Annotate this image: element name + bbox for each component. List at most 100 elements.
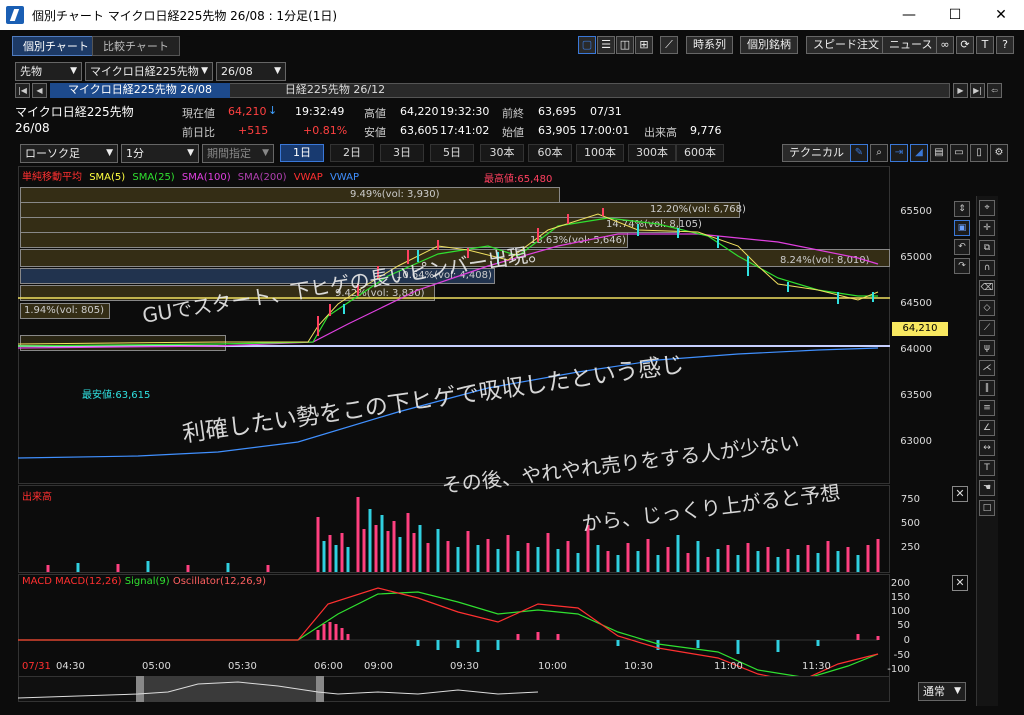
tool-fibo-icon[interactable]: ≡ [979,400,995,416]
redo-icon[interactable]: ↷ [954,258,970,274]
tool-angle-icon[interactable]: ∠ [979,420,995,436]
chevron-down-icon: ▼ [954,686,961,696]
low-time: 17:41:02 [440,124,490,137]
contract-chip-micro[interactable]: マイクロ日経225先物 26/08 [50,83,230,98]
contract-select[interactable]: 26/08 ▼ [216,62,286,81]
tab-compare-chart[interactable]: 比較チャート [92,36,180,56]
news-button[interactable]: ニュース [882,36,940,54]
low-marker-label: 最安値:63,615 [82,390,151,401]
period-3day-button[interactable]: 3日 [380,144,424,162]
product-select[interactable]: マイクロ日経225先物 ▼ [85,62,213,81]
tool-fan-icon[interactable]: ⋌ [979,360,995,376]
time-tick: 09:00 [364,661,393,672]
tool-box-icon[interactable]: □ [979,500,995,516]
chevron-down-icon: ▼ [262,148,269,158]
back-icon[interactable]: ⇦ [987,83,1002,98]
open-time: 17:00:01 [580,124,630,137]
prev-close-label: 前終 [502,107,524,120]
chart-type-select[interactable]: ローソク足 ▼ [20,144,118,163]
layout-two-row-icon[interactable]: ☰ [597,36,615,54]
macd-close-button[interactable]: ✕ [952,575,968,591]
tool-pitchfork-icon[interactable]: ψ [979,340,995,356]
layout-single-icon[interactable]: ▢ [578,36,596,54]
chevron-down-icon: ▼ [70,66,77,76]
time-tick: 09:30 [450,661,479,672]
period-1day-button[interactable]: 1日 [280,144,324,162]
period-600bars-button[interactable]: 600本 [676,144,724,162]
link-icon[interactable]: ∞ [936,36,954,54]
tool-magnet-icon[interactable]: ∩ [979,260,995,276]
product-select-label: マイクロ日経225先物 [90,65,199,78]
volume-value: 9,776 [690,124,722,137]
time-tick: 10:30 [624,661,653,672]
draw-line-icon[interactable]: ⟋ [660,36,678,54]
tool-cursor-icon[interactable]: ⌖ [979,200,995,216]
volume-close-button[interactable]: ✕ [952,486,968,502]
tool-measure-icon[interactable]: ↔ [979,440,995,456]
low-label: 安値 [364,126,386,139]
change-label: 前日比 [182,126,215,139]
high-label: 高値 [364,107,386,120]
period-30bars-button[interactable]: 30本 [480,144,524,162]
interval-select[interactable]: 1分 ▼ [121,144,199,163]
current-price: 64,210 [228,105,267,118]
time-tick: 04:30 [56,661,85,672]
maximize-button[interactable]: ☐ [932,0,978,30]
tool-trendline-icon[interactable]: ⟋ [979,320,995,336]
period-5day-button[interactable]: 5日 [430,144,474,162]
settings-gear-icon[interactable]: ⚙ [990,144,1008,162]
scale-mode-label: 通常 [923,685,945,698]
tool-text-icon[interactable]: T [979,460,995,476]
text-icon[interactable]: T [976,36,994,54]
individual-stock-button[interactable]: 個別銘柄 [740,36,798,54]
open-folder-icon[interactable]: ▭ [950,144,968,162]
lock-icon[interactable]: ▣ [954,220,970,236]
layout-two-col-icon[interactable]: ◫ [616,36,634,54]
tool-crosshair-icon[interactable]: ✛ [979,220,995,236]
next-contract-icon[interactable]: ▶ [953,83,968,98]
period-select[interactable]: 期間指定 ▼ [202,144,274,163]
refresh-icon[interactable]: ⟳ [956,36,974,54]
current-price-label: 現在値 [182,107,215,120]
save-folder-icon[interactable]: ▯ [970,144,988,162]
minimize-button[interactable]: — [886,0,932,30]
tool-delete-icon[interactable]: ⌫ [979,280,995,296]
chart-app: 個別チャート 比較チャート ▢ ☰ ◫ ⊞ ⟋ 時系列 個別銘柄 スピード注文 … [0,30,1024,715]
time-tick: 05:00 [142,661,171,672]
tool-eraser-icon[interactable]: ◇ [979,300,995,316]
period-2day-button[interactable]: 2日 [330,144,374,162]
technical-button[interactable]: テクニカル [782,144,851,162]
period-100bars-button[interactable]: 100本 [576,144,624,162]
last-contract-icon[interactable]: ▶| [970,83,985,98]
price-tick: 64000 [900,344,932,355]
price-tick: 63500 [900,390,932,401]
prev-contract-icon[interactable]: ◀ [32,83,47,98]
close-window-button[interactable]: ✕ [978,0,1024,30]
overview-sparkline [18,681,539,699]
tab-individual-chart[interactable]: 個別チャート [12,36,100,56]
help-icon[interactable]: ? [996,36,1014,54]
price-tick: 65500 [900,206,932,217]
scale-fit-icon[interactable]: ⇕ [954,201,970,217]
chart-style-icon[interactable]: ◢ [910,144,928,162]
pen-icon[interactable]: ✎ [850,144,868,162]
first-contract-icon[interactable]: |◀ [15,83,30,98]
zoom-icon[interactable]: ⌕ [870,144,888,162]
market-select[interactable]: 先物 ▼ [15,62,82,81]
contract-chip-mini[interactable]: 日経225先物 26/12 [235,83,435,98]
timeseries-button[interactable]: 時系列 [686,36,733,54]
undo-icon[interactable]: ↶ [954,239,970,255]
print-icon[interactable]: ▤ [930,144,948,162]
scale-mode-select[interactable]: 通常 ▼ [918,682,966,701]
period-60bars-button[interactable]: 60本 [528,144,572,162]
output-icon[interactable]: ⇥ [890,144,908,162]
tool-cycle-icon[interactable]: ‖ [979,380,995,396]
price-tick: 65000 [900,252,932,263]
app-logo-icon [6,6,24,24]
tool-hand-icon[interactable]: ☚ [979,480,995,496]
period-300bars-button[interactable]: 300本 [628,144,676,162]
time-axis: 07/31 04:30 05:00 05:30 06:00 09:00 09:3… [18,661,890,673]
layout-four-icon[interactable]: ⊞ [635,36,653,54]
speed-order-button[interactable]: スピード注文 [806,36,886,54]
tool-copy-icon[interactable]: ⧉ [979,240,995,256]
